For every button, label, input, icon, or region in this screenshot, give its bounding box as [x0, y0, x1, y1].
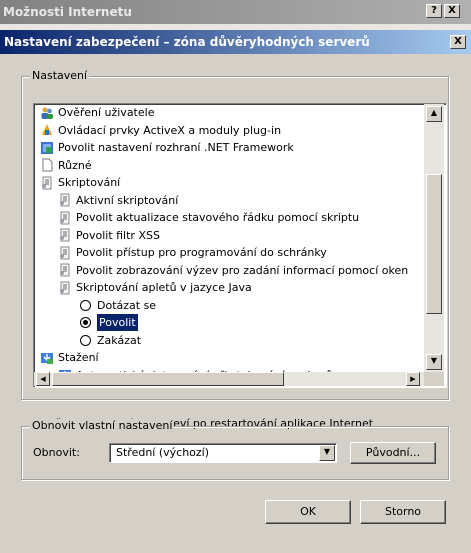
settings-item-label: Stažení [58, 351, 99, 364]
reset-label: Obnovit: [33, 446, 80, 459]
scroll-up-button[interactable]: ▲ [426, 106, 442, 122]
reset-level-value: Střední (výchozí) [116, 446, 210, 459]
settings-list-item[interactable]: Skriptování apletů v jazyce Java [58, 279, 252, 296]
settings-list-item[interactable]: Stažení [40, 349, 99, 366]
background-window-title: Možnosti Internetu [3, 5, 132, 19]
scroll-thumb[interactable] [426, 174, 442, 314]
page-icon [40, 158, 54, 172]
settings-list-item[interactable]: Povolit aktualizace stavového řádku pomo… [58, 209, 359, 226]
radio-option[interactable]: Dotázat se [80, 297, 156, 314]
horizontal-scrollbar[interactable]: ◀ ▶ [34, 372, 424, 386]
settings-list-content: Ověření uživatele Ovládací prvky ActiveX … [34, 104, 424, 372]
dialog-title: Nastavení zabezpečení – zóna důvěryhodný… [4, 35, 370, 49]
settings-item-label: Povolit přístup pro programování do schr… [76, 246, 327, 259]
activex-icon [40, 123, 54, 137]
settings-group-label: Nastavení [30, 69, 90, 82]
radio-button-icon[interactable] [80, 334, 91, 346]
help-button[interactable]: ? [426, 4, 442, 18]
security-settings-dialog: Nastavení zabezpečení – zóna důvěryhodný… [0, 30, 471, 553]
settings-item-label: Ověření uživatele [58, 106, 155, 119]
script-icon [40, 176, 54, 190]
hscroll-thumb[interactable] [52, 372, 284, 386]
settings-item-label: Povolit [96, 313, 139, 332]
scroll-left-button[interactable]: ◀ [36, 372, 50, 386]
ok-button[interactable]: OK [265, 500, 351, 524]
settings-list-item[interactable]: Povolit filtr XSS [58, 227, 160, 244]
vertical-scrollbar[interactable]: ▲ ▼ [424, 104, 444, 372]
settings-item-label: Různé [58, 158, 92, 172]
scroll-right-button[interactable]: ▶ [406, 372, 420, 386]
scrollbar-corner [424, 372, 444, 386]
reset-button[interactable]: Původní... [350, 442, 436, 464]
settings-item-label: Povolit aktualizace stavového řádku pomo… [76, 211, 360, 224]
radio-option[interactable]: Povolit [80, 313, 139, 332]
script-icon [58, 193, 72, 207]
script-icon [58, 263, 72, 277]
settings-list-item[interactable]: Ověření uživatele [40, 104, 154, 121]
dotnet-icon [40, 141, 54, 155]
settings-list-item[interactable]: Povolit nastavení rozhraní .NET Framewor… [40, 139, 294, 156]
settings-item-label: Zakázat [97, 333, 142, 347]
script-icon [58, 228, 72, 242]
cancel-button[interactable]: Storno [360, 500, 446, 524]
users-icon [40, 106, 54, 120]
settings-item-label: Ovládací prvky ActiveX a moduly plug-in [58, 123, 282, 137]
settings-group: Nastavení Ověření uživatele Ovládací prvk… [21, 69, 449, 430]
settings-list[interactable]: Ověření uživatele Ovládací prvky ActiveX … [33, 103, 447, 388]
settings-list-item[interactable]: Ovládací prvky ActiveX a moduly plug-in [40, 122, 281, 139]
radio-option[interactable]: Zakázat [80, 332, 141, 349]
combo-dropdown-button[interactable]: ▼ [319, 445, 335, 461]
settings-item-label: Skriptování [58, 176, 121, 189]
script-icon [58, 246, 72, 260]
settings-list-item[interactable]: Různé [40, 157, 92, 174]
settings-item-label: Povolit zobrazování výzev pro zadání inf… [76, 263, 409, 277]
settings-list-item[interactable]: Aktivní skriptování [58, 192, 178, 209]
script-icon [58, 211, 72, 225]
background-close-button[interactable]: X [444, 4, 460, 18]
scroll-down-button[interactable]: ▼ [426, 354, 442, 370]
settings-item-label: Povolit nastavení rozhraní .NET Framewor… [58, 141, 294, 154]
settings-item-label: Aktivní skriptování [76, 193, 179, 207]
script-icon [58, 281, 72, 295]
radio-button-icon[interactable] [80, 317, 91, 328]
reset-level-combobox[interactable]: Střední (výchozí) ▼ [109, 443, 337, 463]
settings-item-label: Dotázat se [97, 298, 157, 312]
reset-group-label: Obnovit vlastní nastavení [30, 419, 175, 432]
settings-item-label: Povolit filtr XSS [76, 228, 160, 242]
radio-button-icon[interactable] [80, 299, 91, 311]
dialog-close-button[interactable]: X [450, 35, 466, 49]
download-icon [40, 351, 54, 365]
background-window-titlebar: Možnosti Internetu [0, 0, 471, 24]
settings-item-label: Skriptování apletů v jazyce Java [76, 281, 252, 294]
settings-list-item[interactable]: Povolit přístup pro programování do schr… [58, 244, 327, 261]
settings-list-item[interactable]: Skriptování [40, 174, 120, 191]
settings-list-item[interactable]: Povolit zobrazování výzev pro zadání inf… [58, 262, 408, 279]
dialog-titlebar: Nastavení zabezpečení – zóna důvěryhodný… [0, 30, 471, 54]
